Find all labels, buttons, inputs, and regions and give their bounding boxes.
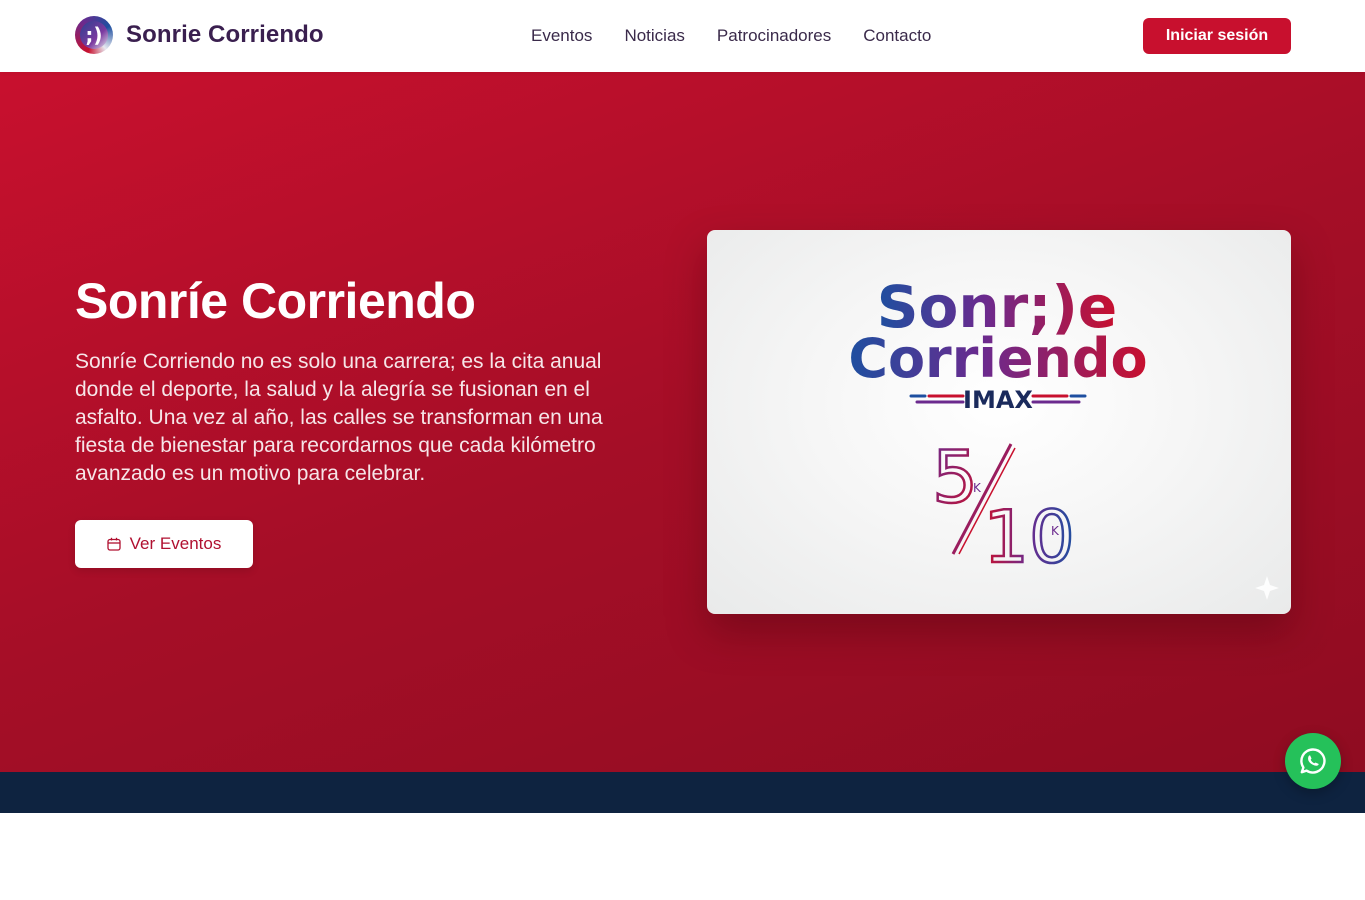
main-nav: Eventos Noticias Patrocinadores Contacto: [531, 25, 963, 47]
poster-sponsor: IMAX: [963, 386, 1033, 414]
poster-unit-bottom: K: [1051, 524, 1060, 538]
hero-event-image: Sonr;)e Corriendo IMAX 5 K 10 K: [707, 230, 1291, 614]
logo-icon: ;): [75, 16, 113, 54]
whatsapp-icon: [1300, 748, 1326, 774]
whatsapp-button[interactable]: [1285, 733, 1341, 789]
sparkle-icon: [1255, 576, 1279, 600]
nav-link-eventos[interactable]: Eventos: [531, 25, 592, 47]
view-events-label: Ver Eventos: [129, 534, 222, 553]
calendar-icon: [107, 537, 121, 551]
event-poster: Sonr;)e Corriendo IMAX 5 K 10 K: [848, 273, 1279, 600]
view-events-button[interactable]: Ver Eventos: [75, 520, 253, 568]
brand[interactable]: ;) Sonrie Corriendo: [75, 16, 324, 54]
brand-name: Sonrie Corriendo: [126, 21, 324, 48]
footer-band: [0, 772, 1365, 813]
nav-link-contacto[interactable]: Contacto: [863, 25, 931, 47]
hero-description: Sonríe Corriendo no es solo una carrera;…: [75, 350, 603, 485]
poster-unit-top: K: [973, 481, 982, 495]
hero-section: Sonríe Corriendo Sonríe Corriendo no es …: [0, 72, 1365, 772]
site-header: ;) Sonrie Corriendo Eventos Noticias Pat…: [0, 0, 1365, 72]
nav-link-noticias[interactable]: Noticias: [624, 25, 684, 47]
poster-distance-5: 5: [932, 435, 978, 519]
nav-link-patrocinadores[interactable]: Patrocinadores: [717, 25, 831, 47]
poster-distance-10: 10: [983, 495, 1075, 579]
hero-title: Sonríe Corriendo: [75, 273, 476, 329]
poster-title-line2: Corriendo: [848, 327, 1147, 390]
login-button[interactable]: Iniciar sesión: [1143, 18, 1291, 54]
